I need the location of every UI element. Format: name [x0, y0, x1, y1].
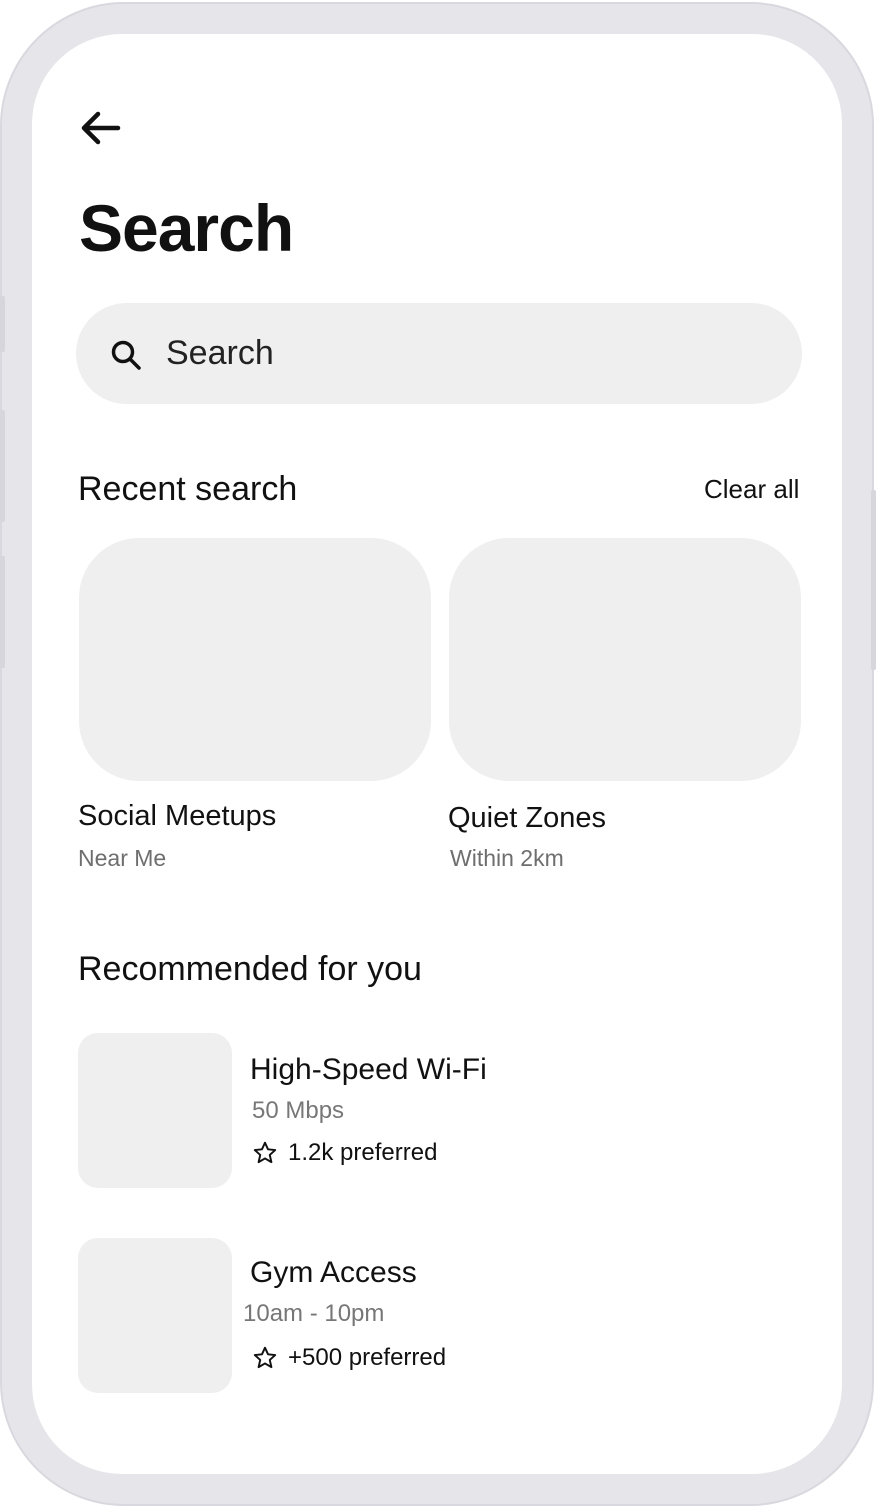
recent-card-title: Social Meetups [78, 800, 277, 832]
recent-card-subtitle: Within 2km [450, 845, 564, 871]
recent-card-title: Quiet Zones [448, 802, 606, 834]
search-icon [111, 340, 141, 370]
recommended-heading: Recommended for you [78, 950, 422, 988]
recommended-item-thumbnail [78, 1238, 232, 1393]
clear-all-button[interactable]: Clear all [704, 474, 799, 505]
star-outline-icon [253, 1141, 277, 1164]
recommended-item-detail: 50 Mbps [252, 1097, 345, 1124]
recommended-item-detail: 10am - 10pm [243, 1300, 385, 1327]
side-button-left-3 [0, 556, 5, 668]
recommended-item-preferred: 1.2k preferred [252, 1139, 437, 1167]
search-input[interactable] [166, 329, 726, 377]
arrow-left-icon [81, 111, 121, 145]
search-bar[interactable] [76, 303, 802, 404]
recommended-item-thumbnail [78, 1033, 232, 1188]
recent-card-thumbnail [449, 538, 801, 781]
recent-card-thumbnail [79, 538, 431, 781]
side-button-left-2 [0, 410, 5, 522]
side-button-left-1 [0, 296, 5, 352]
recommended-item-title: Gym Access [250, 1256, 417, 1289]
page-title: Search [79, 191, 294, 265]
preferred-count: +500 preferred [288, 1344, 447, 1371]
side-button-right [871, 490, 876, 670]
recommended-item-preferred: +500 preferred [252, 1344, 446, 1372]
recommended-item-title: High-Speed Wi-Fi [250, 1053, 487, 1086]
recommended-item[interactable]: High-Speed Wi-Fi 50 Mbps 1.2k preferred [76, 1033, 776, 1193]
recent-card-subtitle: Near Me [78, 845, 167, 871]
recent-search-card[interactable]: Social Meetups Near Me [78, 538, 431, 878]
star-outline-icon [253, 1346, 277, 1369]
recommended-item[interactable]: Gym Access 10am - 10pm +500 preferred [76, 1238, 776, 1398]
recent-search-card[interactable]: Quiet Zones Within 2km [448, 538, 801, 878]
preferred-count: 1.2k preferred [288, 1139, 438, 1166]
recent-search-heading: Recent search [78, 470, 298, 508]
back-button[interactable] [78, 106, 126, 150]
